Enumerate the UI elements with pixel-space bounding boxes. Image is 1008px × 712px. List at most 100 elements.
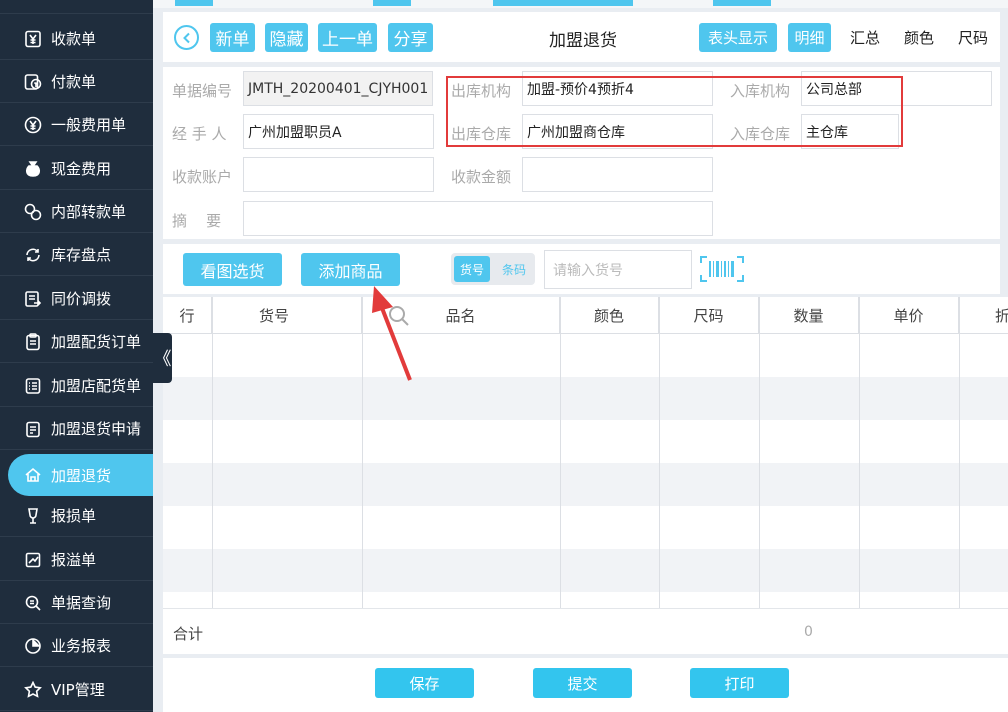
col-header-quantity: 数量 <box>759 297 859 334</box>
sidebar-top-edge <box>0 0 153 14</box>
sidebar-item-cash-expense[interactable]: 现金费用 <box>0 148 153 190</box>
tab-size[interactable]: 尺码 <box>952 23 994 52</box>
sidebar-item-label: 库存盘点 <box>51 246 112 264</box>
sidebar-item-payment[interactable]: 付款单 <box>0 61 153 103</box>
sidebar-item-loss-report[interactable]: 报损单 <box>0 495 153 537</box>
col-header-item-code: 货号 <box>212 297 409 334</box>
sidebar-item-label: 现金费用 <box>51 160 112 178</box>
column-divider <box>959 297 960 608</box>
doc-no-field: JMTH_20200401_CJYH001 <box>243 71 433 106</box>
out-org-field[interactable]: 加盟-预价4预折4 <box>522 71 713 106</box>
sidebar-item-business-report[interactable]: 业务报表 <box>0 625 153 667</box>
sidebar-item-label: 加盟店配货单 <box>51 377 142 395</box>
tab-detail[interactable]: 明细 <box>788 23 831 52</box>
out-org-label: 出库机构 <box>451 82 512 100</box>
hide-button[interactable]: 隐藏 <box>265 23 308 52</box>
table-row[interactable] <box>163 334 1008 377</box>
total-row: 合计 0 <box>163 608 1008 654</box>
doc-no-label: 单据编号 <box>172 82 233 100</box>
sidebar-item-label: 单据查询 <box>51 594 112 612</box>
return-request-icon <box>24 420 42 438</box>
column-divider <box>560 297 561 608</box>
sidebar-collapse-button[interactable]: 《 <box>153 333 172 383</box>
add-product-button[interactable]: 添加商品 <box>301 253 400 286</box>
tab-color[interactable]: 颜色 <box>898 23 940 52</box>
sidebar-item-overflow-report[interactable]: 报溢单 <box>0 539 153 581</box>
sidebar-item-franchise-delivery[interactable]: 加盟店配货单 <box>0 365 153 407</box>
amount-field[interactable] <box>522 157 713 192</box>
in-org-field[interactable]: 公司总部 <box>801 71 992 106</box>
column-divider <box>759 297 760 608</box>
top-strip <box>153 0 1008 8</box>
memo-field[interactable] <box>243 201 713 236</box>
submit-button[interactable]: 提交 <box>533 668 632 698</box>
sidebar-item-label: 付款单 <box>51 73 97 91</box>
table-row[interactable] <box>163 506 1008 549</box>
top-strip-accent <box>175 0 213 6</box>
search-doc-icon <box>24 594 42 612</box>
back-button[interactable] <box>174 25 199 50</box>
sidebar-item-allocate[interactable]: 同价调拨 <box>0 278 153 320</box>
account-label: 收款账户 <box>172 168 233 186</box>
header-show-button[interactable]: 表头显示 <box>699 23 777 52</box>
star-icon <box>24 680 42 699</box>
handler-field[interactable]: 广州加盟职员A <box>243 114 434 149</box>
new-button[interactable]: 新单 <box>210 23 255 52</box>
sidebar-item-label: 一般费用单 <box>51 116 127 134</box>
payment-icon <box>24 73 42 91</box>
toggle-item-code[interactable]: 货号 <box>454 256 490 282</box>
sidebar-item-general-expense[interactable]: 一般费用单 <box>0 104 153 146</box>
column-divider <box>659 297 660 608</box>
sidebar-item-franchise-return[interactable]: 加盟退货 <box>8 454 153 496</box>
table-row[interactable] <box>163 592 1008 608</box>
total-quantity: 0 <box>804 624 813 640</box>
col-header-discount: 折 <box>995 307 1008 325</box>
wine-glass-icon <box>24 507 42 525</box>
pick-by-image-button[interactable]: 看图选货 <box>183 253 282 286</box>
top-strip-accent <box>493 0 633 6</box>
share-button[interactable]: 分享 <box>388 23 433 52</box>
sidebar: 收款单 付款单 一般费用单 现金费用 内部转款单 库存盘点 同价调拨 加盟配货订… <box>0 0 153 712</box>
in-warehouse-label: 入库仓库 <box>730 125 791 143</box>
print-button[interactable]: 打印 <box>690 668 789 698</box>
yen-circle-icon <box>24 116 42 134</box>
toggle-barcode[interactable]: 条码 <box>493 253 535 285</box>
save-button[interactable]: 保存 <box>375 668 474 698</box>
column-divider <box>212 297 213 608</box>
sidebar-item-label: 收款单 <box>51 30 97 48</box>
amount-label: 收款金额 <box>451 168 512 186</box>
sidebar-item-label: 同价调拨 <box>51 290 112 308</box>
header-form: 单据编号 JMTH_20200401_CJYH001 出库机构 加盟-预价4预折… <box>163 67 1000 239</box>
sidebar-item-return-request[interactable]: 加盟退货申请 <box>0 408 153 450</box>
sidebar-item-receipt[interactable]: 收款单 <box>0 18 153 60</box>
table-row[interactable] <box>163 463 1008 506</box>
column-divider <box>859 297 860 608</box>
home-icon <box>24 466 42 484</box>
sidebar-item-internal-transfer[interactable]: 内部转款单 <box>0 191 153 233</box>
out-warehouse-field[interactable]: 广州加盟商仓库 <box>522 114 713 149</box>
table-row[interactable] <box>163 549 1008 592</box>
code-type-toggle: 货号 条码 <box>451 253 535 285</box>
collapse-icon: 《 <box>153 349 172 370</box>
table-row[interactable] <box>163 420 1008 463</box>
allocate-icon <box>24 290 42 308</box>
table-row[interactable] <box>163 377 1008 420</box>
sidebar-item-label: 报溢单 <box>51 551 97 569</box>
sidebar-item-inventory[interactable]: 库存盘点 <box>0 234 153 276</box>
barcode-scan-icon[interactable] <box>700 256 744 282</box>
account-field[interactable] <box>243 157 434 192</box>
sidebar-item-label: 业务报表 <box>51 637 112 655</box>
inventory-icon <box>24 246 42 264</box>
list-icon <box>24 377 42 395</box>
tab-summary[interactable]: 汇总 <box>844 23 886 52</box>
sidebar-item-label: VIP管理 <box>51 681 105 699</box>
page-title: 加盟退货 <box>549 31 617 51</box>
sidebar-item-vip[interactable]: VIP管理 <box>0 669 153 711</box>
in-warehouse-field[interactable]: 主仓库 <box>801 114 899 149</box>
top-strip-accent <box>373 0 411 6</box>
previous-doc-button[interactable]: 上一单 <box>318 23 377 52</box>
sidebar-item-franchise-order[interactable]: 加盟配货订单 <box>0 321 153 363</box>
sidebar-item-doc-query[interactable]: 单据查询 <box>0 582 153 624</box>
item-code-input[interactable]: 请输入货号 <box>544 250 692 289</box>
clipboard-icon <box>24 332 42 351</box>
